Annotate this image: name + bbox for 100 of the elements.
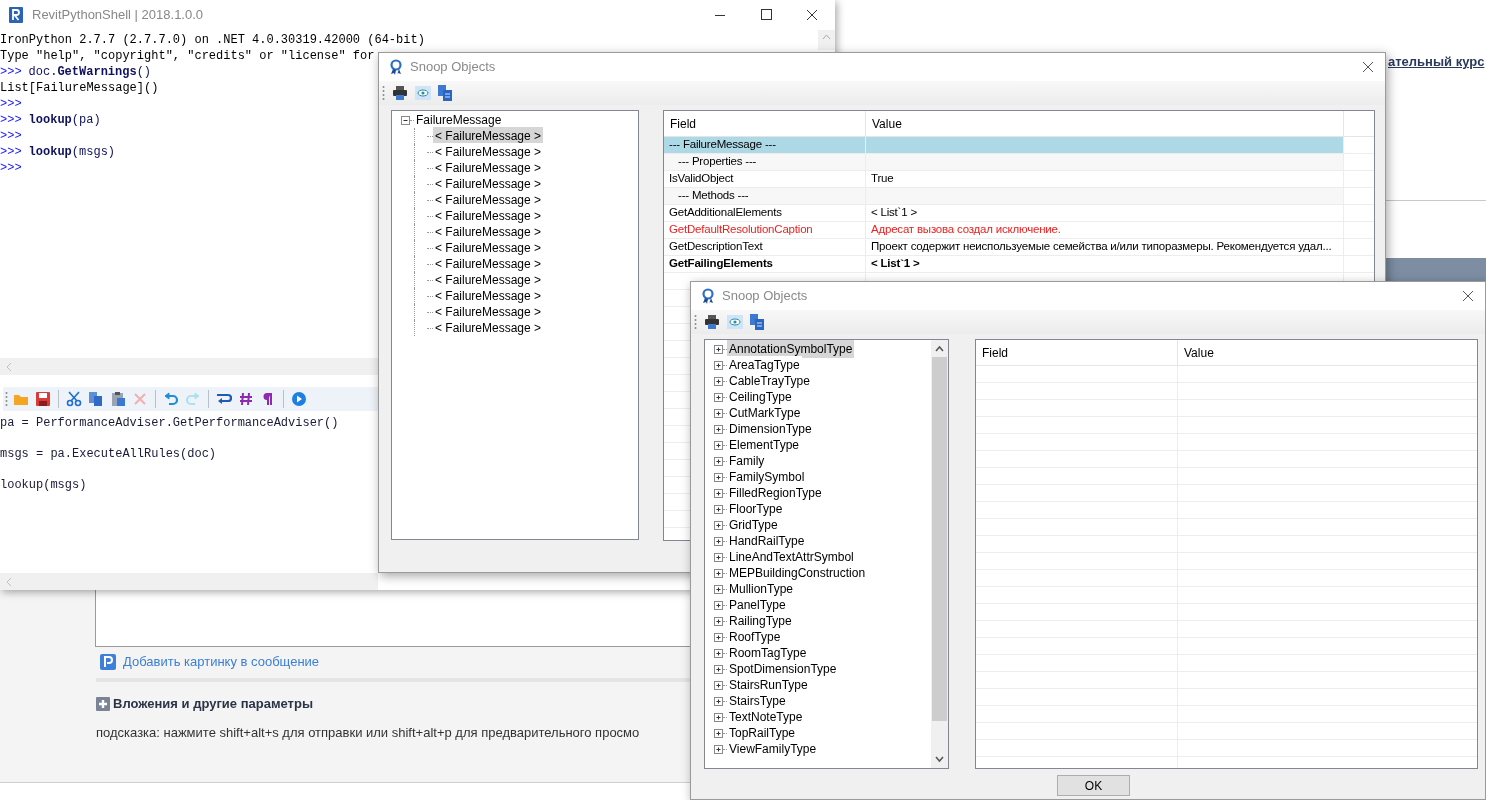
window-title: Snoop Objects	[410, 58, 496, 77]
play-icon[interactable]	[291, 391, 307, 407]
tree-item[interactable]: AnnotationSymbolType	[727, 340, 855, 358]
expand-icon[interactable]	[714, 408, 723, 418]
console-prompt: >>>	[0, 96, 22, 112]
expand-icon[interactable]	[714, 664, 723, 674]
table-cell-text: --- FailureMessage ---	[669, 137, 776, 153]
expand-icon[interactable]	[714, 632, 723, 642]
expand-icon[interactable]	[714, 616, 723, 626]
expand-icon[interactable]	[714, 344, 723, 354]
expand-icon[interactable]	[714, 712, 723, 722]
code-line: lookup(msgs)	[0, 477, 87, 494]
image-icon	[100, 653, 116, 670]
hash-icon[interactable]	[238, 391, 254, 407]
table-row[interactable]: GetAdditionalElements < List`1 >	[664, 205, 1344, 221]
console-prompt: >>>	[0, 64, 22, 80]
ribbon-icon	[389, 59, 403, 75]
expand-icon[interactable]	[714, 744, 723, 754]
table-cell-text: GetFailingElements	[669, 256, 773, 272]
table-cell-text: --- Properties ---	[678, 154, 757, 170]
table-cell-text: GetDescriptionText	[669, 239, 763, 255]
print-icon[interactable]	[704, 315, 720, 329]
expand-icon[interactable]	[714, 648, 723, 658]
table-cell-text: < List`1 >	[871, 256, 920, 272]
expand-icon[interactable]	[714, 696, 723, 706]
collapse-icon[interactable]	[401, 115, 410, 125]
column-header[interactable]: Field	[664, 111, 866, 136]
save-icon[interactable]	[35, 391, 51, 407]
close-icon	[806, 9, 818, 21]
expand-icon[interactable]	[714, 424, 723, 434]
expand-icon[interactable]	[714, 456, 723, 466]
column-header[interactable]: Field	[976, 340, 1178, 365]
grip-icon	[694, 314, 697, 330]
expand-icon[interactable]	[714, 536, 723, 546]
window-title: RevitPythonShell | 2018.1.0.0	[32, 6, 204, 25]
expand-icon[interactable]	[714, 600, 723, 610]
table-row[interactable]: IsValidObject True	[664, 171, 1344, 187]
close-icon	[1362, 61, 1374, 73]
expand-icon[interactable]	[714, 488, 723, 498]
scroll-thumb[interactable]	[932, 357, 947, 721]
scrollbar[interactable]	[0, 358, 378, 375]
code-editor[interactable]: pa = PerformanceAdviser.GetPerformanceAdviser() msgs = pa.ExecuteAllRules(doc) lookup(msgs)	[0, 411, 378, 573]
console-line: IronPython 2.7.7 (2.7.7.0) on .NET 4.0.30319.42000 (64-bit)	[0, 32, 425, 48]
attachments-heading[interactable]: Вложения и другие параметры	[113, 694, 313, 714]
print-icon[interactable]	[392, 86, 408, 100]
expand-icon[interactable]	[714, 376, 723, 386]
expand-icon[interactable]	[714, 504, 723, 514]
console-command: doc.GetWarnings()	[28, 64, 152, 80]
minimize-icon	[714, 15, 726, 16]
add-image-link[interactable]: Добавить картинку в сообщение	[123, 652, 320, 672]
console-command: lookup(msgs)	[28, 144, 116, 160]
expand-icon[interactable]	[714, 680, 723, 690]
close-icon	[1462, 290, 1474, 302]
maximize-icon	[761, 9, 772, 20]
scrollbar[interactable]	[0, 573, 378, 590]
console-prompt: >>>	[0, 160, 22, 176]
undo-icon[interactable]	[163, 391, 179, 407]
table-row[interactable]: GetDefaultResolutionCaption Адресат вызова создал исключение.	[664, 222, 1344, 238]
copy-icon[interactable]	[88, 391, 104, 407]
grip-icon	[5, 391, 8, 407]
console-line: Type "help", "copyright", "credits" or "license" for	[0, 48, 375, 64]
expand-icon[interactable]	[714, 568, 723, 578]
app-icon	[9, 7, 23, 23]
ribbon-icon	[701, 288, 715, 304]
table-row[interactable]: GetFailingElements < List`1 >	[664, 256, 1344, 272]
eye-icon[interactable]	[415, 86, 431, 100]
column-header[interactable]: Value	[866, 111, 1344, 136]
clipboard-icon[interactable]	[110, 391, 126, 407]
table-row[interactable]: --- Methods ---	[664, 188, 1344, 204]
expand-icon[interactable]	[714, 440, 723, 450]
table-row[interactable]: --- Properties ---	[664, 154, 1344, 170]
scrollbar[interactable]	[931, 340, 948, 768]
table-cell-text: GetAdditionalElements	[669, 205, 782, 221]
copy-icon[interactable]	[750, 314, 764, 330]
expand-icon[interactable]	[714, 360, 723, 370]
window-title: Snoop Objects	[722, 287, 808, 306]
copy-icon[interactable]	[438, 85, 452, 101]
message-field[interactable]	[95, 590, 690, 647]
table-cell-text: Адресат вызова создал исключение.	[871, 222, 1061, 238]
scissors-icon[interactable]	[66, 391, 82, 407]
table-cell-text: --- Methods ---	[678, 188, 749, 204]
column-header[interactable]: Value	[1178, 340, 1477, 365]
table-cell-text: True	[871, 171, 894, 187]
ok-button[interactable]: OK	[1057, 775, 1130, 796]
expand-icon[interactable]	[714, 728, 723, 738]
table-row[interactable]: GetDescriptionText Проект содержит неиспользуемые семейства и/или типоразмеры. Рекомендуется удал...	[664, 239, 1344, 255]
wrap-icon[interactable]	[216, 391, 232, 407]
console-prompt: >>>	[0, 144, 22, 160]
expand-icon[interactable]	[714, 472, 723, 482]
console-prompt: >>>	[0, 112, 22, 128]
console-command: lookup(pa)	[28, 112, 101, 128]
hint-text: подсказка: нажмите shift+alt+s для отправки или shift+alt+p для предварительного просмо	[96, 724, 640, 742]
expand-icon[interactable]	[714, 520, 723, 530]
expand-icon[interactable]	[714, 392, 723, 402]
expand-icon[interactable]	[714, 584, 723, 594]
scrollbar[interactable]	[818, 30, 835, 50]
course-link[interactable]: ательный курс	[1388, 52, 1485, 72]
table-row[interactable]: --- FailureMessage ---	[664, 137, 1344, 153]
expand-icon[interactable]	[714, 552, 723, 562]
eye-icon[interactable]	[727, 315, 743, 329]
